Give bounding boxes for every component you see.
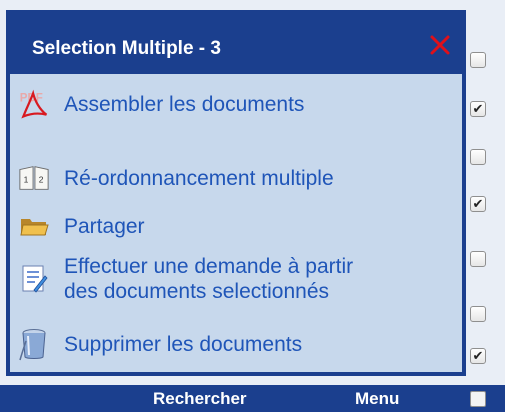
delete-documents-label: Supprimer les documents bbox=[64, 332, 303, 356]
delete-documents-item[interactable]: Supprimer les documents bbox=[18, 328, 303, 361]
reorder-multiple-item[interactable]: 1 2 Ré-ordonnancement multiple bbox=[18, 162, 334, 194]
share-item[interactable]: Partager bbox=[18, 210, 145, 242]
assemble-documents-label: Assembler les documents bbox=[64, 92, 305, 116]
reorder-multiple-label: Ré-ordonnancement multiple bbox=[64, 166, 334, 190]
popup-menu-body: PDF Assembler les documents 1 2 Ré-ordon… bbox=[10, 74, 462, 372]
row-checkbox[interactable] bbox=[470, 149, 486, 165]
select-all-checkbox[interactable] bbox=[470, 391, 486, 407]
request-form-icon bbox=[18, 263, 50, 295]
pdf-icon: PDF bbox=[18, 88, 50, 120]
request-label-line1: Effectuer une demande à partir bbox=[64, 255, 354, 278]
row-checkbox[interactable] bbox=[470, 52, 486, 68]
assemble-documents-item[interactable]: PDF Assembler les documents bbox=[18, 88, 304, 120]
row-checkbox[interactable] bbox=[470, 306, 486, 322]
svg-text:2: 2 bbox=[39, 175, 44, 185]
reorder-pages-icon: 1 2 bbox=[18, 162, 50, 194]
row-checkbox[interactable] bbox=[470, 251, 486, 267]
share-label: Partager bbox=[64, 214, 145, 238]
popup-title: Selection Multiple - 3 bbox=[32, 38, 221, 59]
request-from-documents-item[interactable]: Effectuer une demande à partir des docum… bbox=[18, 254, 353, 304]
menu-button[interactable]: Menu bbox=[355, 389, 399, 409]
svg-text:1: 1 bbox=[24, 175, 29, 185]
search-button[interactable]: Rechercher bbox=[153, 389, 247, 409]
bottom-toolbar: Rechercher Menu bbox=[0, 385, 505, 412]
request-label-line2: des documents selectionnés bbox=[64, 280, 329, 303]
close-icon[interactable] bbox=[429, 34, 451, 56]
row-checkbox[interactable]: ✔ bbox=[470, 101, 486, 117]
folder-icon bbox=[18, 210, 50, 242]
trash-icon bbox=[18, 328, 50, 361]
page: ✔ ✔ ✔ Selection Multiple - 3 PDF Assembl… bbox=[0, 0, 505, 412]
selection-multiple-popup: Selection Multiple - 3 PDF Assembler les… bbox=[6, 10, 466, 376]
request-from-documents-label: Effectuer une demande à partir des docum… bbox=[64, 254, 353, 304]
row-checkbox[interactable]: ✔ bbox=[470, 348, 486, 364]
row-checkbox[interactable]: ✔ bbox=[470, 196, 486, 212]
